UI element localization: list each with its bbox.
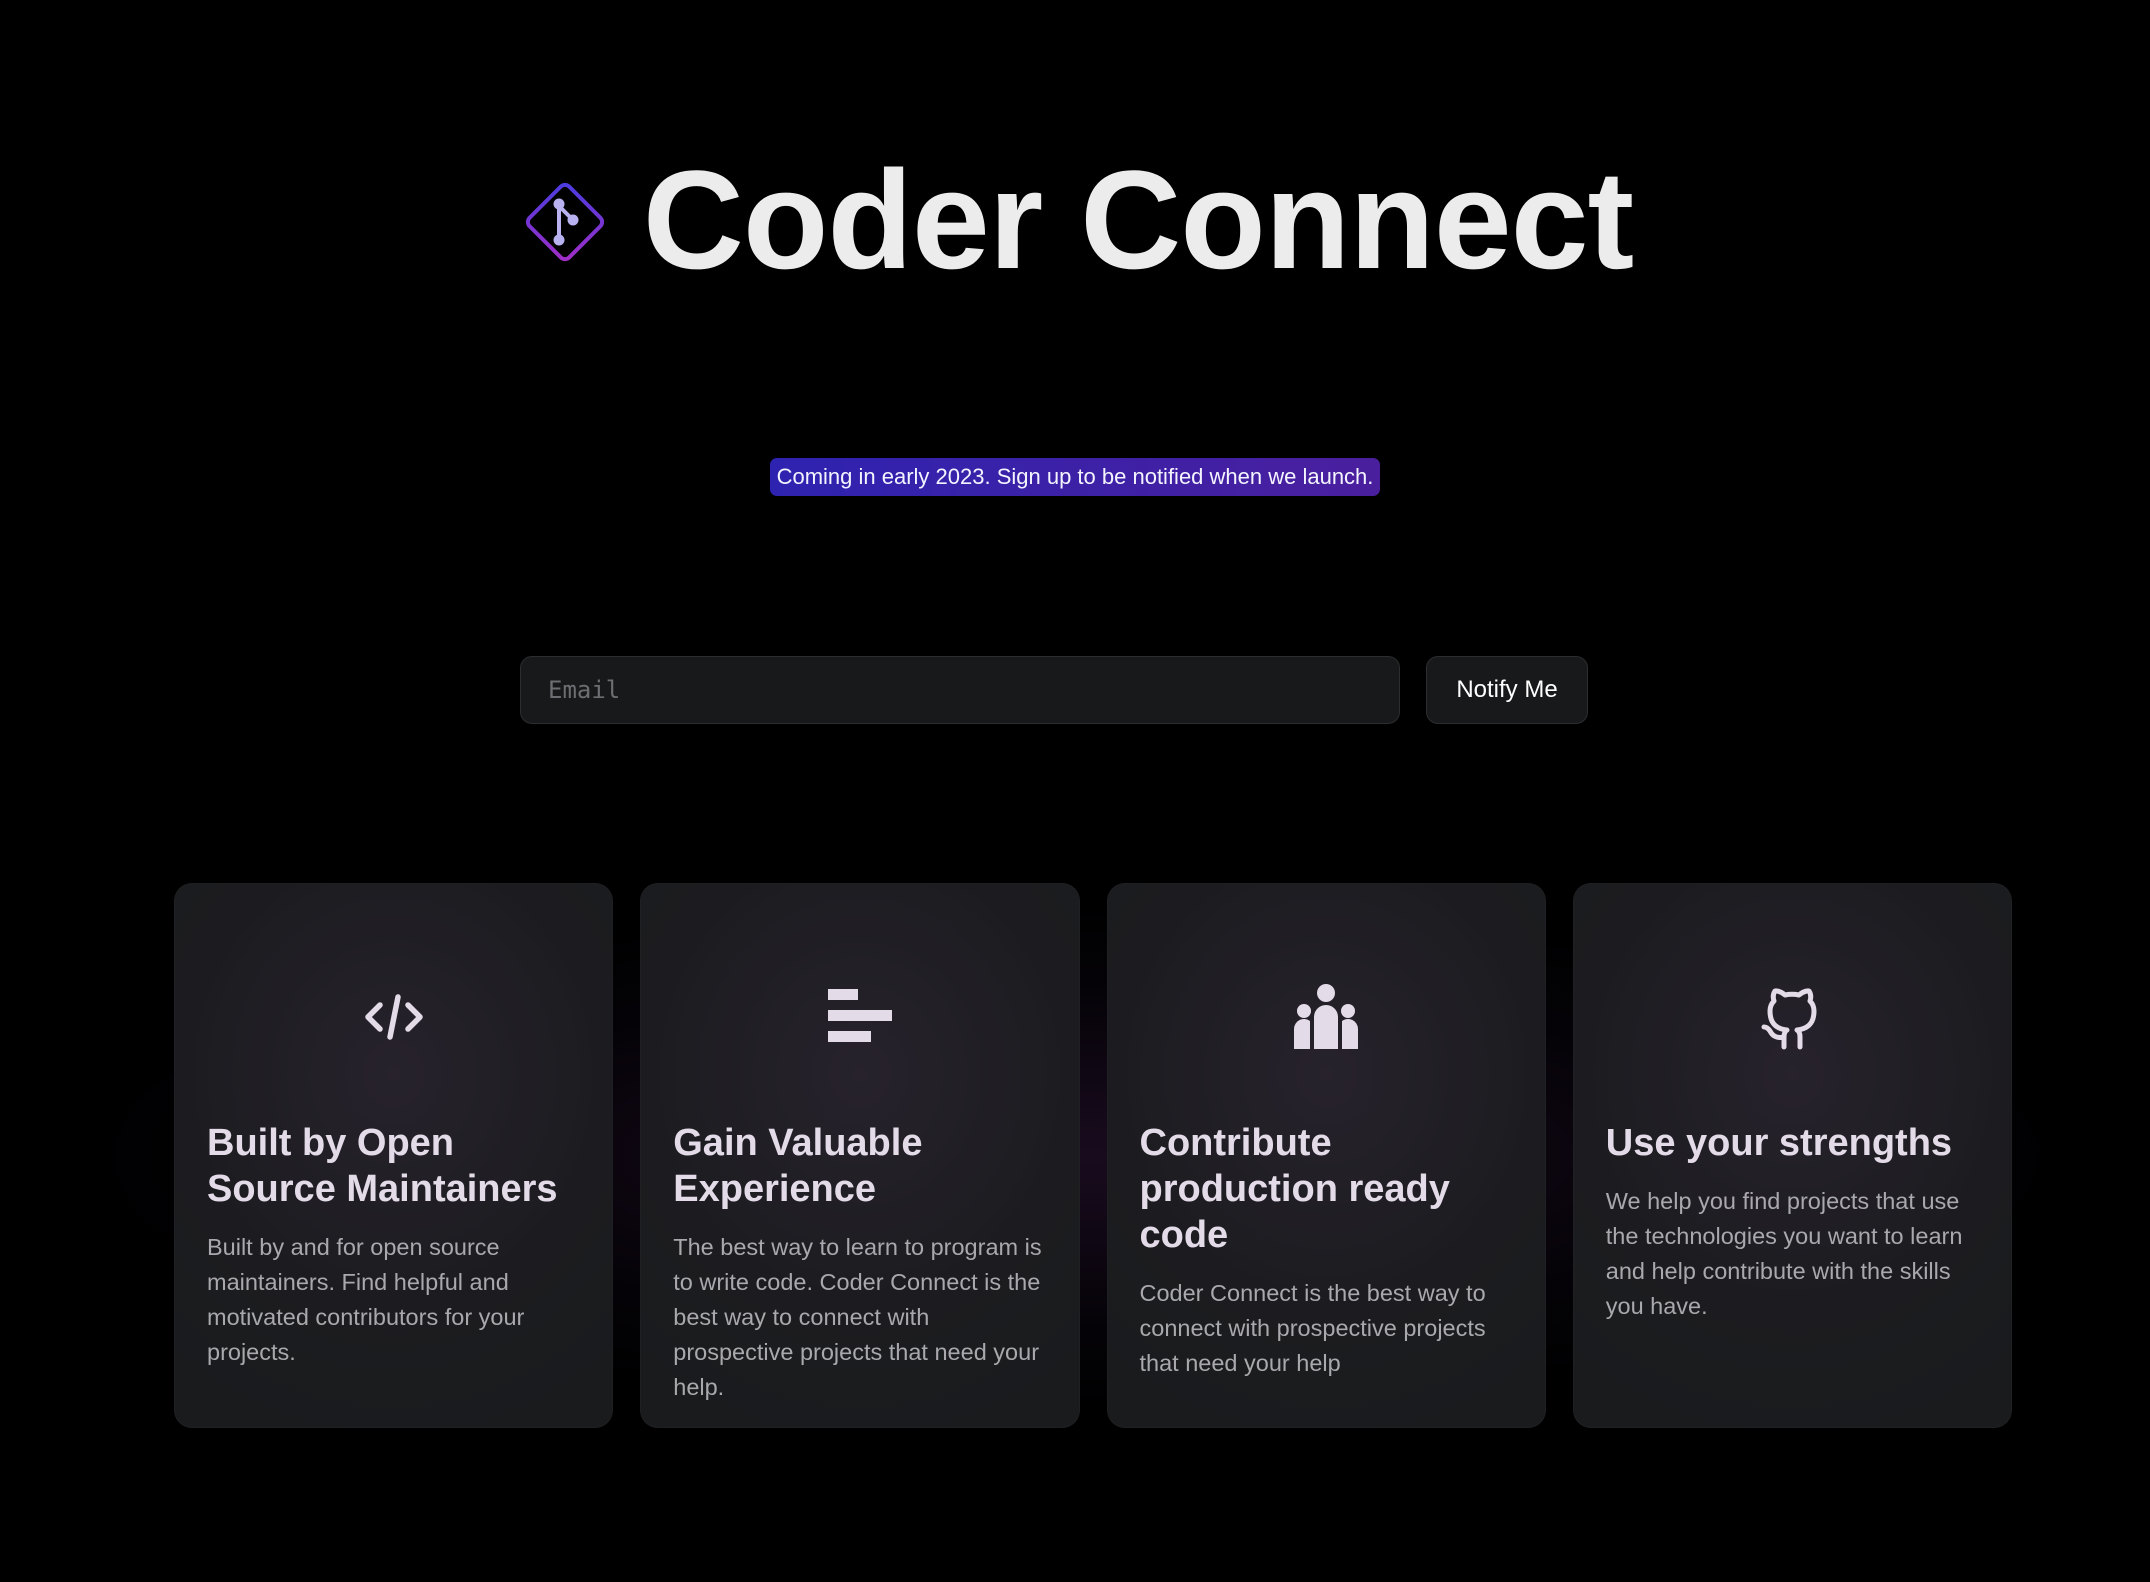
- align-left-bars-icon: [641, 980, 1078, 1054]
- landing-page: Coder Connect Coming in early 2023. Sign…: [0, 0, 2150, 1582]
- feature-description: Built by and for open source maintainers…: [207, 1234, 525, 1365]
- users-group-icon: [1108, 980, 1545, 1054]
- feature-card-strengths: Use your strengths We help you find proj…: [1572, 883, 2012, 1428]
- feature-description: Coder Connect is the best way to connect…: [1139, 1280, 1486, 1376]
- github-icon: [1574, 980, 2011, 1054]
- page-title: Coder Connect: [642, 141, 1634, 298]
- feature-title: Use your strengths: [1605, 1122, 1953, 1164]
- feature-title: Contribute production ready code: [1139, 1122, 1450, 1256]
- feature-description: We help you find projects that use the t…: [1605, 1188, 1963, 1319]
- hero-header: Coder Connect: [0, 150, 2150, 290]
- feature-card-open-source: Built by Open Source Maintainers Built b…: [174, 883, 614, 1428]
- signup-form: Notify Me: [520, 656, 1588, 724]
- feature-title: Built by Open Source Maintainers: [207, 1122, 558, 1210]
- feature-title: Gain Valuable Experience: [673, 1122, 923, 1210]
- email-input[interactable]: [520, 656, 1400, 724]
- feature-card-contribute: Contribute production ready code Coder C…: [1106, 883, 1546, 1428]
- code-icon: [175, 980, 612, 1054]
- feature-card-experience: Gain Valuable Experience The best way to…: [640, 883, 1080, 1428]
- feature-cards: Built by Open Source Maintainers Built b…: [174, 883, 2012, 1428]
- git-diamond-icon: [517, 174, 613, 270]
- feature-description: The best way to learn to program is to w…: [673, 1234, 1042, 1400]
- notify-me-button[interactable]: Notify Me: [1426, 656, 1588, 724]
- announcement-badge: Coming in early 2023. Sign up to be noti…: [769, 458, 1381, 496]
- announcement-wrap: Coming in early 2023. Sign up to be noti…: [0, 458, 2150, 496]
